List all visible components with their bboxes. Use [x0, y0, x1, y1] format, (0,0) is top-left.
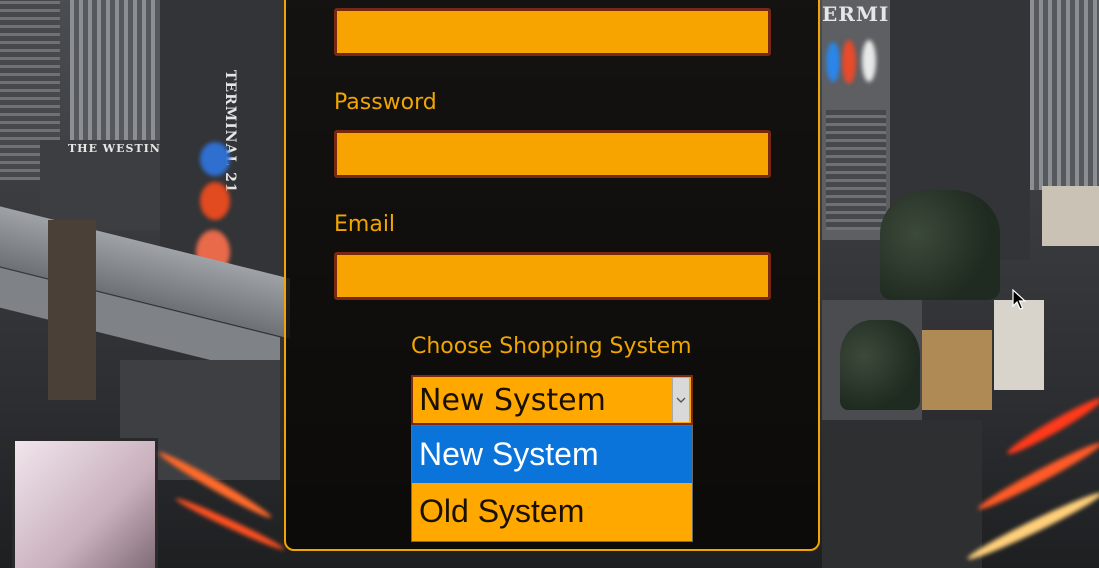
username-field[interactable] [334, 8, 771, 56]
option-new-system[interactable]: New System [412, 426, 692, 483]
chevron-down-icon[interactable] [672, 378, 689, 422]
billboard-image [12, 438, 158, 568]
mouse-pointer-icon [1012, 288, 1027, 315]
password-label: Password [334, 90, 437, 115]
terminal21-sign-left: TERMINAL 21 [222, 70, 238, 194]
shopping-system-selected-value: New System [419, 382, 606, 418]
password-field[interactable] [334, 130, 771, 178]
westin-sign: THE WESTIN [68, 142, 161, 155]
shopping-system-dropdown: New System Old System [411, 425, 693, 542]
email-field[interactable] [334, 252, 771, 300]
shopping-system-select[interactable]: New System [411, 375, 693, 425]
shopping-system-label: Choose Shopping System [411, 334, 692, 359]
option-old-system[interactable]: Old System [412, 483, 692, 540]
email-label: Email [334, 212, 396, 237]
